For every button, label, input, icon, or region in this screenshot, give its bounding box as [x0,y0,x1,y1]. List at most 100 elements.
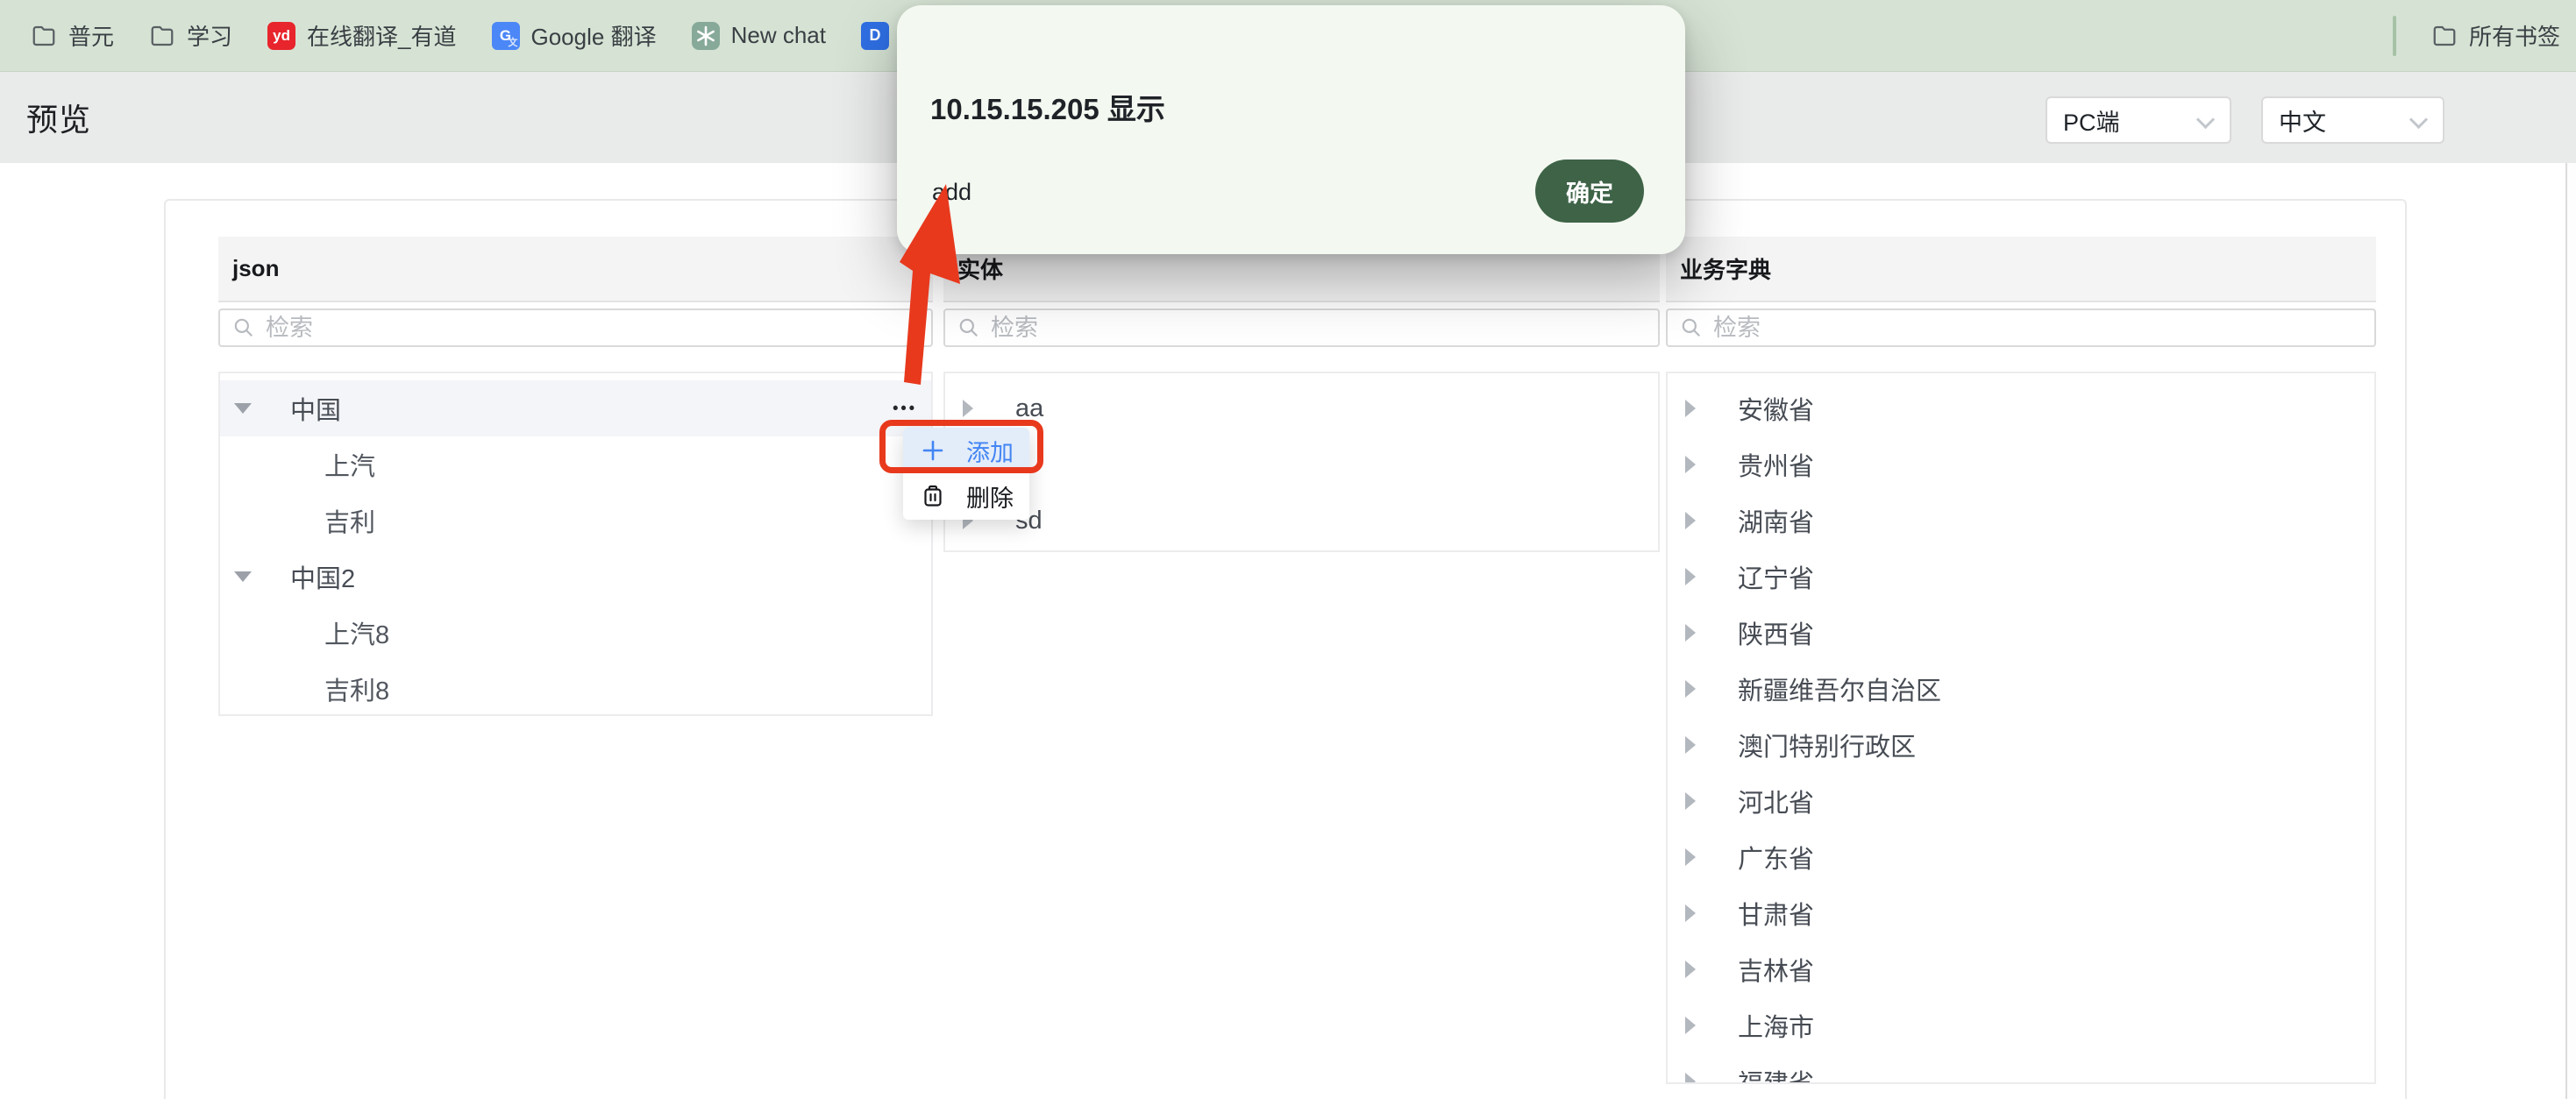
panel-scrollbar-thumb[interactable] [2374,514,2376,740]
panel-dictionary: 业务字典 安徽省贵州省湖南省辽宁省陕西省新疆维吾尔自治区澳门特别行政区河北省广东… [1666,237,2376,1084]
confirm-button[interactable]: 确定 [1535,160,1644,223]
search-box[interactable] [218,308,933,347]
tree-item-label: 中国2 [290,558,355,595]
triangle-right-icon [1678,904,1703,922]
search-input[interactable] [1713,315,2374,342]
triangle-down-icon [231,403,255,414]
page-title: 预览 [26,95,91,140]
all-bookmarks-label: 所有书签 [2469,19,2560,52]
tree-item-label: 上汽 [324,446,375,483]
tree-item-label: 湖南省 [1738,502,1814,539]
tree-item[interactable]: 上海市 [1668,997,2374,1053]
bookmark-label: 学习 [187,19,232,52]
triangle-right-icon [1678,961,1703,978]
all-bookmarks-button[interactable]: 所有书签 [2431,19,2560,52]
alert-dialog: 10.15.15.205 显示 add 确定 [897,5,1685,254]
bookmark-youdao-translate[interactable]: yd 在线翻译_有道 [267,19,456,52]
language-select-value: 中文 [2279,103,2326,138]
tree-item[interactable]: 陕西省 [1668,605,2374,661]
folder-icon [149,23,175,49]
tree-item-label: 吉利8 [324,670,389,707]
tree-item[interactable]: 湖南省 [1668,493,2374,549]
tree-item[interactable]: b [945,436,1658,493]
row-actions-ellipsis[interactable]: ••• [893,400,917,418]
triangle-right-icon [1678,624,1703,642]
folder-icon [2431,23,2458,49]
tree-item-label: 中国 [290,390,341,427]
bookmark-label: New chat [731,22,826,49]
menu-item-delete[interactable]: 删除 [903,473,1029,519]
youdao-icon: yd [267,22,295,50]
triangle-right-icon [1678,456,1703,473]
panel-header: json [218,237,933,302]
search-box[interactable] [943,308,1660,347]
bookmark-folder-puyuan[interactable]: 普元 [31,19,114,52]
search-icon [957,316,980,339]
tree-item-label: 广东省 [1738,839,1814,876]
tree-item[interactable]: 吉利 [220,493,931,549]
tree-item-label: 吉林省 [1738,951,1814,988]
tree-item[interactable]: 甘肃省 [1668,885,2374,941]
panel-header: 业务字典 [1666,237,2376,302]
panel-title: json [232,255,279,282]
bookmark-label: 普元 [68,19,114,52]
tree-item-label: 福建省 [1738,1063,1814,1084]
chatgpt-icon [692,22,720,50]
tree-item-label: 上海市 [1738,1007,1814,1044]
alert-dialog-message: add [932,179,971,206]
chevron-down-icon [2409,110,2428,129]
tree-item[interactable]: sd [945,493,1658,549]
tree-item-label: aa [1015,394,1043,423]
trash-icon [921,484,945,508]
tree-item[interactable]: 澳门特别行政区 [1668,717,2374,773]
tree-item[interactable]: 辽宁省 [1668,549,2374,605]
tree-item[interactable]: 上汽 [220,436,931,493]
tree-item[interactable]: 贵州省 [1668,436,2374,493]
tree-item[interactable]: 上汽8 [220,605,931,661]
language-select[interactable]: 中文 [2261,96,2444,144]
tree-item[interactable]: 中国 ••• [220,380,931,436]
bookmark-folder-study[interactable]: 学习 [149,19,232,52]
triangle-right-icon [1678,848,1703,866]
search-input[interactable] [266,315,931,342]
bookmark-label: 在线翻译_有道 [307,19,456,52]
triangle-down-icon [231,571,255,582]
device-select[interactable]: PC端 [2046,96,2231,144]
folder-icon [31,23,57,49]
tree-item[interactable]: 河北省 [1668,773,2374,829]
bookmark-new-chat[interactable]: New chat [692,22,826,50]
triangle-right-icon [1678,736,1703,754]
triangle-right-icon [956,400,980,417]
tree-item-label: 辽宁省 [1738,558,1814,595]
tree-item-label: 上汽8 [324,614,389,651]
tree-item-label: 陕西省 [1738,614,1814,651]
chevron-down-icon [2196,110,2215,129]
tree-item-label: 吉利 [324,502,375,539]
google-translate-icon: G文 [492,22,520,50]
json-tree: 中国 ••• 上汽吉利中国2 上汽8 吉利8 [218,372,933,716]
bookmark-google-translate[interactable]: G文 Google 翻译 [492,19,657,52]
tree-item[interactable]: 吉利8 [220,661,931,716]
annotation-box [879,420,1043,473]
dictionary-tree: 安徽省贵州省湖南省辽宁省陕西省新疆维吾尔自治区澳门特别行政区河北省广东省甘肃省吉… [1666,372,2376,1084]
tree-item[interactable]: 安徽省 [1668,380,2374,436]
tree-item[interactable]: 广东省 [1668,829,2374,885]
blue-app-icon: D [861,22,889,50]
alert-dialog-title: 10.15.15.205 显示 [930,86,1165,128]
tree-item[interactable]: 吉林省 [1668,941,2374,997]
search-input[interactable] [991,315,1658,342]
tree-item[interactable]: 新疆维吾尔自治区 [1668,661,2374,717]
panel-entity: 实体 aabsd [943,237,1660,552]
browser-page: 普元 学习 yd 在线翻译_有道 G文 Google 翻译 New chat D… [0,0,2576,1099]
tree-item-label: 甘肃省 [1738,895,1814,932]
tree-item[interactable]: 中国2 [220,549,931,605]
tree-item[interactable]: 福建省 [1668,1053,2374,1084]
tree-item-label: 安徽省 [1738,390,1814,427]
browser-scrollbar[interactable] [2565,163,2576,1099]
panel-json: json 中国 ••• 上汽吉利中国2 上汽8 吉利8 [218,237,933,716]
tree-item[interactable]: aa [945,380,1658,436]
bookmarks-separator [2393,16,2396,56]
search-box[interactable] [1666,308,2376,347]
triangle-right-icon [1678,680,1703,698]
triangle-right-icon [1678,568,1703,585]
